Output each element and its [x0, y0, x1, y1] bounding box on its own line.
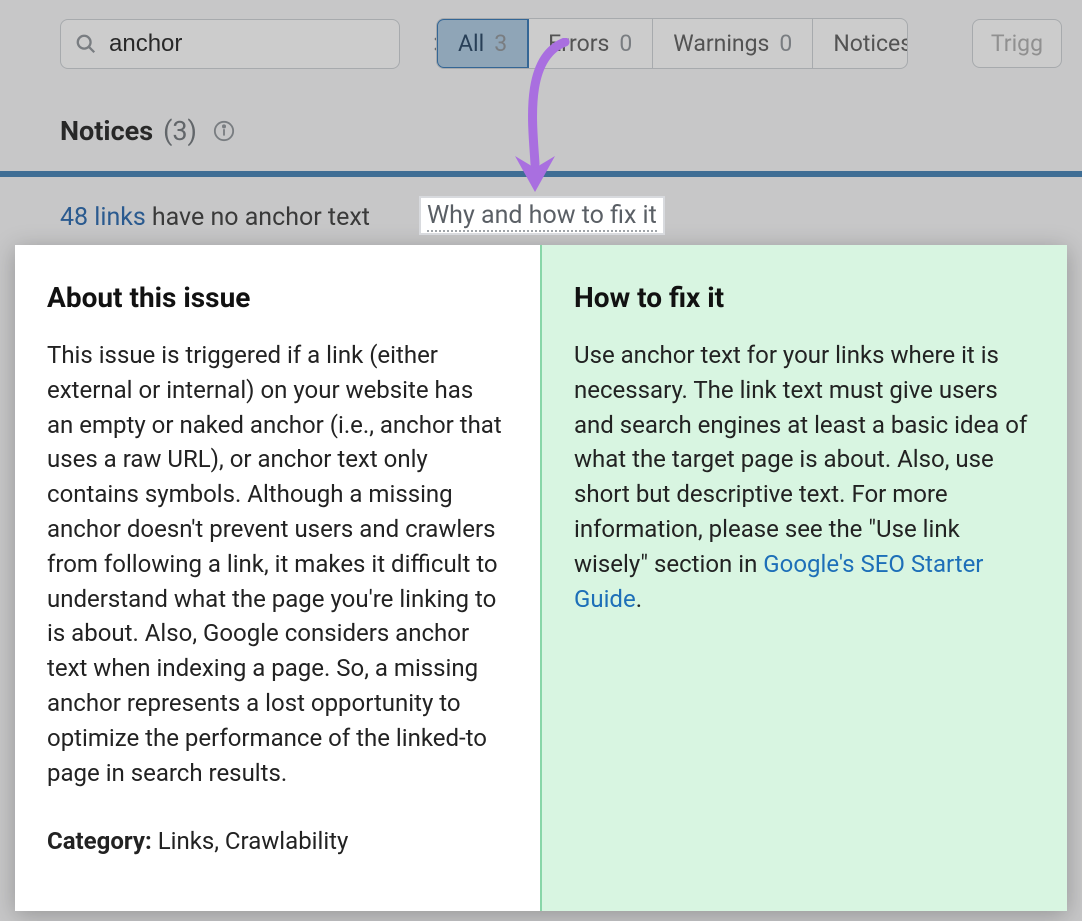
category-value: Links, Crawlability: [152, 827, 349, 855]
search-icon: [75, 33, 97, 55]
issue-popup: About this issue This issue is triggered…: [15, 245, 1067, 911]
notices-title: Notices: [60, 115, 153, 147]
fix-column: How to fix it Use anchor text for your l…: [540, 245, 1067, 911]
fix-body-text: Use anchor text for your links where it …: [574, 341, 1027, 578]
tab-label: All: [458, 30, 484, 57]
issue-link[interactable]: 48 links: [60, 203, 146, 232]
notices-count: (3): [163, 115, 197, 147]
category-line: Category: Links, Crawlability: [47, 824, 504, 859]
tab-label: Warnings: [673, 30, 769, 57]
issue-text: have no anchor text: [152, 203, 370, 232]
tab-notices[interactable]: Notices 3: [813, 19, 908, 68]
search-box[interactable]: [60, 19, 400, 69]
tab-label: Notices: [833, 30, 908, 57]
category-label: Category:: [47, 827, 152, 855]
about-column: About this issue This issue is triggered…: [15, 245, 540, 911]
tab-warnings[interactable]: Warnings 0: [653, 19, 813, 68]
fix-title: How to fix it: [574, 281, 1031, 314]
search-input[interactable]: [109, 30, 419, 58]
fix-body: Use anchor text for your links where it …: [574, 338, 1031, 616]
why-fix-link[interactable]: Why and how to fix it: [427, 201, 657, 232]
about-title: About this issue: [47, 281, 504, 314]
fix-body-end: .: [636, 585, 642, 613]
tab-count: 0: [619, 30, 632, 57]
extra-filter[interactable]: Trigg: [972, 19, 1062, 68]
annotation-arrow: [505, 38, 585, 202]
about-body: This issue is triggered if a link (eithe…: [47, 338, 504, 790]
info-icon[interactable]: [213, 117, 235, 149]
tab-count: 0: [779, 30, 792, 57]
